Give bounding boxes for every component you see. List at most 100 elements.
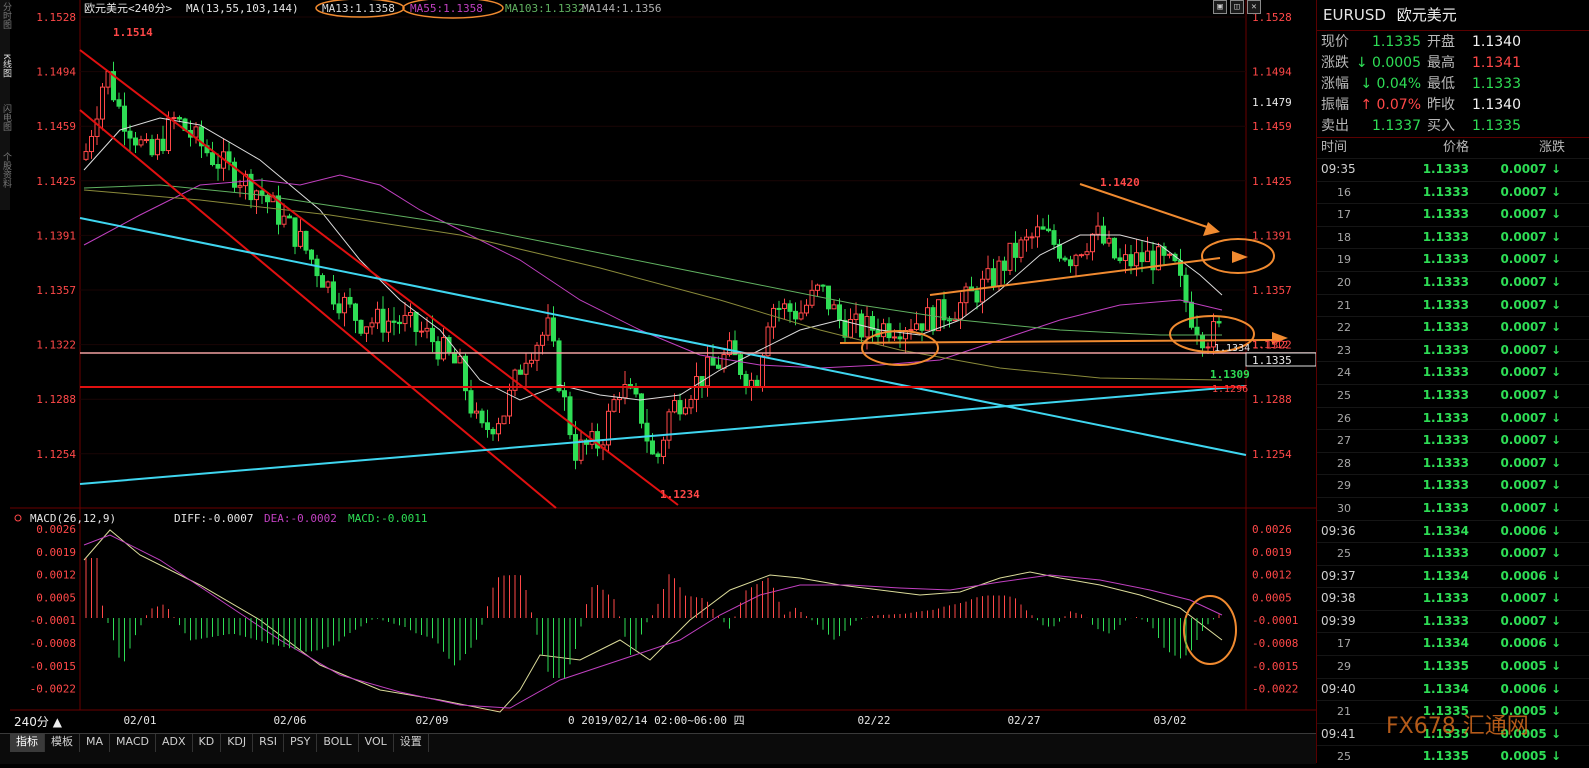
- tick-change: 0.0005 ↓: [1500, 659, 1561, 674]
- tick-row[interactable]: 25 1.1333 0.0007 ↓: [1317, 542, 1589, 565]
- price-axis-right-label: 1.1494: [1252, 66, 1292, 79]
- tick-price: 1.1333: [1422, 274, 1469, 289]
- candle-up: [683, 407, 688, 415]
- macd-axis-left-label: 0.0005: [36, 591, 76, 604]
- candle-down: [391, 320, 397, 323]
- candle-down: [837, 304, 842, 321]
- tab-ADX[interactable]: ADX: [156, 734, 193, 752]
- tab-MA[interactable]: MA: [80, 734, 111, 752]
- quote-label: 振幅: [1321, 97, 1349, 113]
- kline-chart[interactable]: 1.1335 1.1528 1.15281.1494 1.14941.1459 1.1…: [0, 0, 1316, 733]
- tab-RSI[interactable]: RSI: [253, 734, 285, 752]
- tick-price: 1.1333: [1422, 229, 1469, 244]
- candle-down: [842, 319, 848, 338]
- tick-change: 0.0006 ↓: [1500, 681, 1561, 696]
- candle-down: [309, 249, 314, 260]
- candle-down: [210, 152, 215, 165]
- candle-up: [94, 118, 100, 137]
- tab-KD[interactable]: KD: [193, 734, 222, 752]
- tick-change: 0.0006 ↓: [1500, 523, 1561, 538]
- chart-area[interactable]: 分时图 K线图 闪电图 个股资料 1.1335 1.1528 1.1528 1.14…: [0, 0, 1316, 764]
- candle-down: [1194, 326, 1200, 336]
- tab-MACD[interactable]: MACD: [110, 734, 156, 752]
- orange-arrow-line: [1079, 183, 1211, 229]
- candle-down: [468, 390, 474, 414]
- tick-row[interactable]: 09:39 1.1333 0.0007 ↓: [1317, 609, 1589, 633]
- tab-设置[interactable]: 设置: [394, 734, 429, 752]
- candle-down: [320, 275, 325, 288]
- ma13-line: [83, 117, 1223, 401]
- zoom-icon[interactable]: ▣: [1213, 0, 1227, 14]
- tick-row[interactable]: 29 1.1335 0.0005 ↓: [1317, 655, 1589, 678]
- tick-price: 1.1333: [1422, 546, 1469, 561]
- candle-up: [985, 268, 991, 280]
- ma13-legend: MA13:1.1358: [322, 2, 395, 15]
- tick-row[interactable]: 20 1.1333 0.0007 ↓: [1317, 270, 1589, 294]
- annotation-high: 1.1514: [113, 26, 153, 39]
- candle-down: [1128, 254, 1134, 267]
- tick-row[interactable]: 25 1.1333 0.0007 ↓: [1317, 383, 1589, 407]
- tick-header-time: 时间: [1321, 140, 1348, 155]
- restore-icon[interactable]: ◫: [1230, 0, 1244, 14]
- price-marker-1479: 1.1479: [1252, 96, 1292, 109]
- tick-row[interactable]: 26 1.1333 0.0007 ↓: [1317, 406, 1589, 430]
- tick-row[interactable]: 16 1.1333 0.0007 ↓: [1317, 180, 1589, 204]
- tick-row[interactable]: 17 1.1333 0.0007 ↓: [1317, 203, 1589, 226]
- tick-row[interactable]: 17 1.1334 0.0006 ↓: [1317, 632, 1589, 655]
- cursor-date-label: 0 2019/02/14 02:00~06:00 四: [568, 714, 745, 727]
- chart-title: 欧元美元<240分>: [84, 2, 172, 15]
- candle-down: [551, 317, 556, 342]
- tab-KDJ[interactable]: KDJ: [221, 734, 254, 752]
- tab-模板[interactable]: 模板: [45, 734, 80, 752]
- ma55-line: [83, 174, 1223, 369]
- candle-up: [171, 117, 177, 120]
- tick-price: 1.1333: [1422, 410, 1469, 425]
- candle-down: [485, 422, 490, 430]
- tick-time: 09:36: [1321, 523, 1356, 538]
- tick-row[interactable]: 09:40 1.1334 0.0006 ↓: [1317, 677, 1589, 701]
- tick-change: 0.0007 ↓: [1500, 410, 1561, 425]
- tab-指标[interactable]: 指标: [10, 734, 45, 752]
- tick-row[interactable]: 09:35 1.1333 0.0007 ↓: [1317, 158, 1589, 181]
- tick-row[interactable]: 09:37 1.1334 0.0006 ↓: [1317, 564, 1589, 588]
- candle-down: [787, 303, 793, 312]
- tick-price: 1.1335: [1422, 749, 1469, 764]
- candle-down: [639, 393, 644, 424]
- tick-row[interactable]: 09:38 1.1333 0.0007 ↓: [1317, 587, 1589, 610]
- candle-up: [166, 117, 171, 152]
- quote-value: 1.1337: [1372, 118, 1421, 134]
- tick-list[interactable]: 09:35 1.1333 0.0007 ↓ 16 1.1333 0.0007 ↓ 17 1.1…: [1317, 158, 1589, 768]
- tick-row[interactable]: 22 1.1333 0.0007 ↓: [1317, 316, 1589, 339]
- period-button[interactable]: 240分 ▲: [14, 713, 62, 730]
- tick-row[interactable]: 27 1.1333 0.0007 ↓: [1317, 429, 1589, 452]
- candle-down: [1051, 230, 1057, 245]
- candle-down: [479, 410, 485, 424]
- tab-VOL[interactable]: VOL: [359, 734, 394, 752]
- candle-up: [1029, 236, 1035, 239]
- tick-row[interactable]: 28 1.1333 0.0007 ↓: [1317, 451, 1589, 475]
- tick-row[interactable]: 21 1.1333 0.0007 ↓: [1317, 293, 1589, 317]
- tick-row[interactable]: 25 1.1335 0.0005 ↓: [1317, 745, 1589, 768]
- tick-row[interactable]: 24 1.1333 0.0007 ↓: [1317, 361, 1589, 384]
- candle-down: [353, 303, 358, 321]
- tick-price: 1.1334: [1422, 568, 1469, 583]
- tick-change: 0.0007 ↓: [1500, 252, 1561, 267]
- tick-time: 22: [1337, 321, 1351, 335]
- candle-up: [721, 354, 727, 369]
- candle-up: [958, 302, 963, 320]
- close-icon[interactable]: ✕: [1247, 0, 1261, 14]
- tab-BOLL[interactable]: BOLL: [317, 734, 359, 752]
- tab-PSY[interactable]: PSY: [284, 734, 318, 752]
- tick-row[interactable]: 09:36 1.1334 0.0006 ↓: [1317, 519, 1589, 543]
- tick-row[interactable]: 19 1.1333 0.0007 ↓: [1317, 248, 1589, 271]
- tick-row[interactable]: 29 1.1333 0.0007 ↓: [1317, 474, 1589, 497]
- tick-row[interactable]: 23 1.1333 0.0007 ↓: [1317, 338, 1589, 362]
- tick-price: 1.1334: [1422, 681, 1469, 696]
- macd-diff: DIFF:-0.0007: [174, 512, 253, 525]
- candle-up: [1035, 226, 1040, 238]
- tick-row[interactable]: 30 1.1333 0.0007 ↓: [1317, 496, 1589, 520]
- price-axis-left-label: 1.1322: [36, 339, 76, 352]
- tick-time: 19: [1337, 253, 1351, 267]
- tick-header-change: 涨跌: [1538, 140, 1565, 155]
- tick-row[interactable]: 18 1.1333 0.0007 ↓: [1317, 225, 1589, 249]
